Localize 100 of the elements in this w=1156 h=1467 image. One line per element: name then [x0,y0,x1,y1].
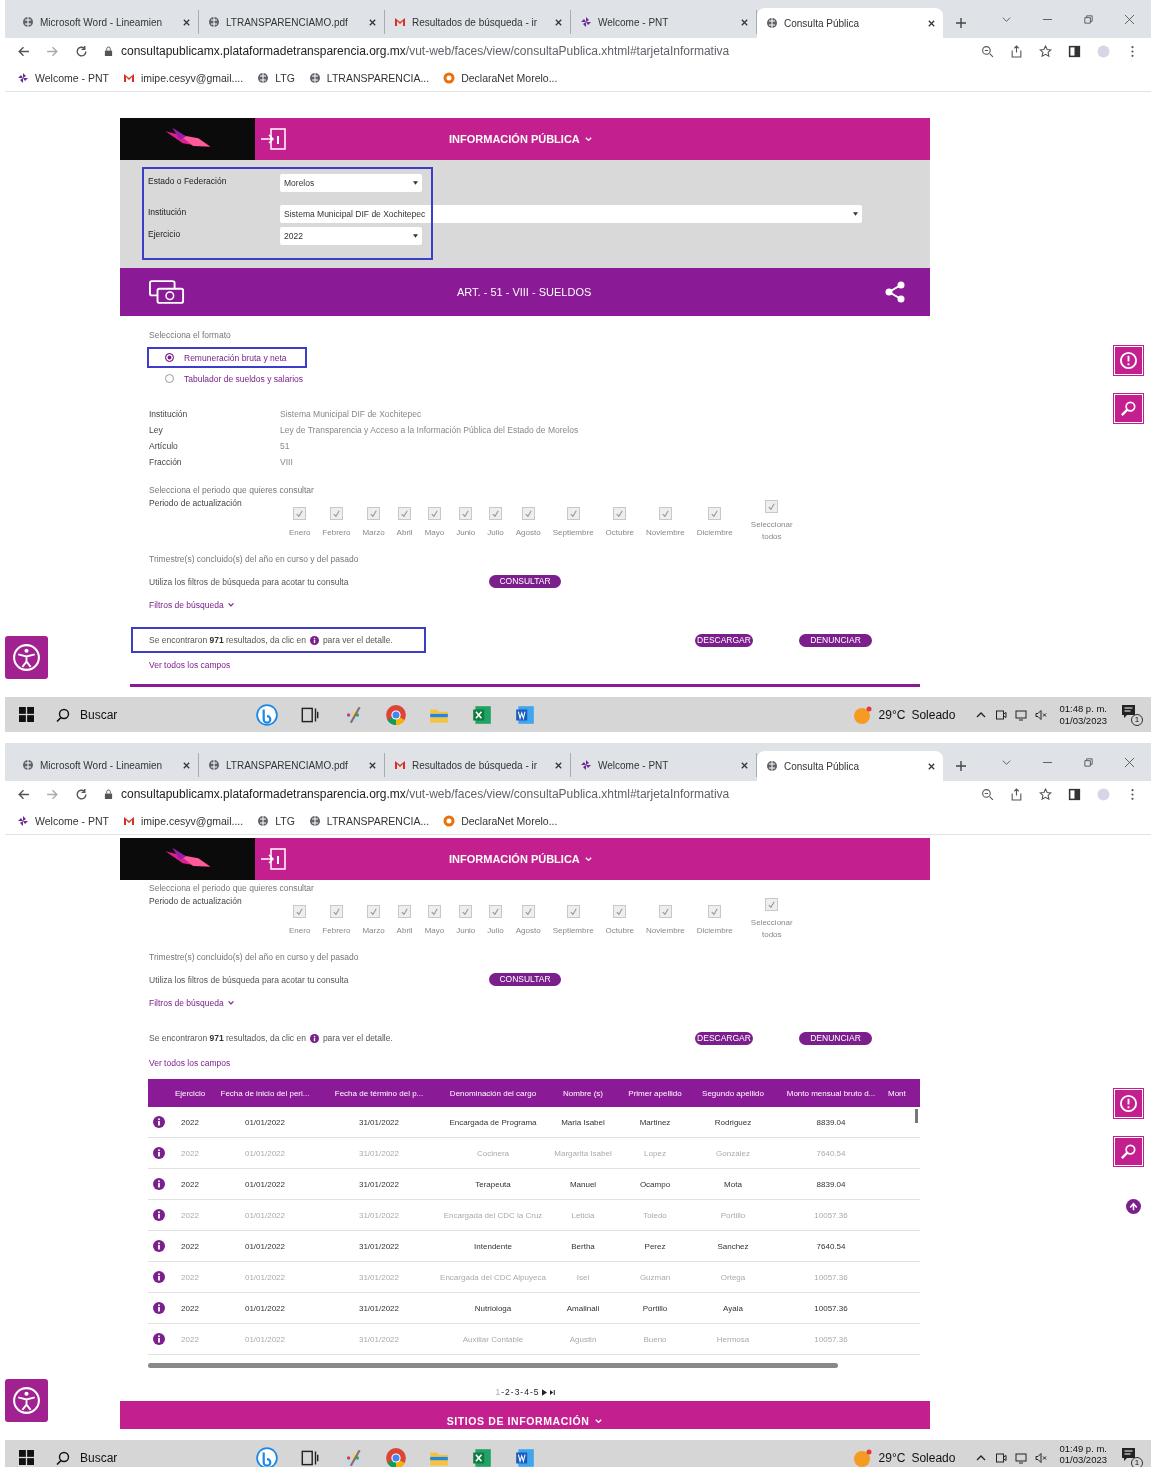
column-header[interactable]: Segundo apellido [692,1088,774,1098]
taskbar-search-field[interactable]: Buscar [50,697,256,732]
search-filters-link[interactable]: Filtros de búsqueda [149,998,235,1008]
month-checkbox[interactable] [293,905,307,918]
section-menu-button[interactable]: SITIOS DE INFORMACIÓN [446,1415,604,1429]
radio-button[interactable] [165,353,174,362]
browser-tab[interactable]: Resultados de búsqueda - ir [385,753,571,777]
bookmark-link[interactable]: Welcome - PNT [17,71,109,84]
close-icon[interactable] [740,760,749,770]
document-icon[interactable] [514,703,536,726]
month-checkbox[interactable] [613,905,627,918]
restore-icon[interactable] [1083,757,1094,768]
info-icon[interactable] [153,1302,165,1314]
action-button[interactable]: DENUNCIAR [799,633,872,647]
column-header[interactable]: Fecha de término del p... [320,1088,438,1098]
view-all-fields-link[interactable]: Ver todos los campos [149,1058,930,1068]
restore-icon[interactable] [1083,14,1094,25]
consult-button[interactable]: CONSULTAR [489,973,561,986]
windows-icon[interactable] [19,707,34,722]
notifications-button[interactable]: 1 [1121,1446,1143,1467]
spreadsheet-icon[interactable] [471,703,493,726]
alert-button[interactable] [1114,346,1143,375]
bookmark-link[interactable]: LTG [257,814,295,827]
bookmark-link[interactable]: LTRANSPARENCIA... [308,71,430,84]
taskbar-clock[interactable]: 01:48 p. m. 01/03/2023 [1059,702,1107,727]
action-button[interactable]: DENUNCIAR [799,1031,872,1045]
select-all-checkbox[interactable] [765,500,779,513]
browser-tab[interactable]: Microsoft Word - Lineamien [13,10,199,34]
browser-tab[interactable]: Microsoft Word - Lineamien [13,753,199,777]
page-link[interactable]: 4 [524,1387,529,1397]
month-checkbox[interactable] [489,905,503,918]
column-header[interactable]: Ejercicio [170,1088,210,1098]
zoom-icon[interactable] [981,44,994,58]
month-checkbox[interactable] [521,905,535,918]
month-checkbox[interactable] [521,507,535,520]
back-icon[interactable] [17,787,30,801]
next-page-icon[interactable] [541,1388,547,1396]
consult-button[interactable]: CONSULTAR [489,575,561,588]
month-checkbox[interactable] [566,507,580,520]
info-icon[interactable] [153,1178,165,1190]
dropdown-field[interactable]: Morelos [280,174,422,192]
scrollbar[interactable] [915,1109,918,1123]
share-icon[interactable] [1010,787,1023,801]
tools-button[interactable] [1114,1137,1143,1166]
taskbar-clock[interactable]: 01:49 p. m. 01/03/2023 [1059,1440,1107,1465]
info-icon[interactable] [153,1333,165,1345]
column-header[interactable]: Monto mensual bruto d... [774,1088,888,1098]
info-icon[interactable] [153,1147,165,1159]
browser-icon[interactable] [385,703,407,726]
browser-tab[interactable]: Resultados de búsqueda - ir [385,10,571,34]
close-icon[interactable] [927,18,936,28]
month-checkbox[interactable] [459,507,473,520]
month-checkbox[interactable] [427,905,441,918]
month-checkbox[interactable] [459,905,473,918]
month-checkbox[interactable] [489,507,503,520]
bookmark-link[interactable]: Welcome - PNT [17,814,109,827]
windows-icon[interactable] [19,1450,34,1465]
chevron-down-icon[interactable] [1001,14,1012,25]
close-icon[interactable] [368,760,377,770]
info-icon[interactable] [153,1240,165,1252]
select-all-checkbox[interactable] [765,898,779,911]
month-checkbox[interactable] [398,905,412,918]
column-header[interactable]: Fecha de inicio del peri... [210,1088,320,1098]
notifications-button[interactable]: 1 [1121,703,1143,726]
browser-tab[interactable]: Consulta Pública [757,8,943,38]
scroll-up-icon[interactable] [1126,1199,1141,1214]
month-checkbox[interactable] [329,905,343,918]
month-checkbox[interactable] [329,507,343,520]
accessibility-button[interactable] [5,1379,48,1422]
column-header[interactable]: Nombre (s) [548,1088,618,1098]
column-header[interactable]: Denominación del cargo [438,1088,548,1098]
chat-circle-icon[interactable] [256,703,278,726]
section-menu-button[interactable]: INFORMACIÓN PÚBLICA [449,133,593,145]
share-icon[interactable] [884,281,906,303]
close-icon[interactable] [182,17,191,27]
bookmark-link[interactable]: DeclaraNet Morelo... [443,814,558,827]
reload-icon[interactable] [75,44,88,58]
new-tab-icon[interactable] [955,17,967,29]
bookmark-link[interactable]: LTG [257,71,295,84]
browser-icon[interactable] [385,1446,407,1467]
meet-icon[interactable] [995,1451,1008,1464]
login-icon[interactable] [259,127,289,151]
bookmark-link[interactable]: imipe.cesyv@gmail.... [122,814,244,827]
address-field[interactable]: consultapublicamx.plataformadetransparencia.org.mx/vut-web/faces/view/consultaPublica.xhtml#tarjetaInformativa [104,40,965,62]
monitor-icon[interactable] [1015,1451,1028,1464]
section-menu-button[interactable]: INFORMACIÓN PÚBLICA [449,853,593,865]
page-link[interactable]: 2 [505,1387,510,1397]
radio-option[interactable]: Tabulador de sueldos y salarios [147,368,324,389]
dropdown-field[interactable]: Sistema Municipal DIF de Xochitepec [280,205,862,223]
page-link[interactable]: 3 [514,1387,520,1397]
month-checkbox[interactable] [613,507,627,520]
browser-tab[interactable]: LTRANSPARENCIAMO.pdf [199,753,385,777]
bookmark-link[interactable]: LTRANSPARENCIA... [308,814,430,827]
info-icon[interactable] [153,1116,165,1128]
volume-muted-icon[interactable] [1035,1451,1048,1464]
login-icon[interactable] [259,847,289,871]
month-checkbox[interactable] [398,507,412,520]
alert-button[interactable] [1114,1089,1143,1118]
spreadsheet-icon[interactable] [471,1446,493,1467]
document-icon[interactable] [514,1446,536,1467]
